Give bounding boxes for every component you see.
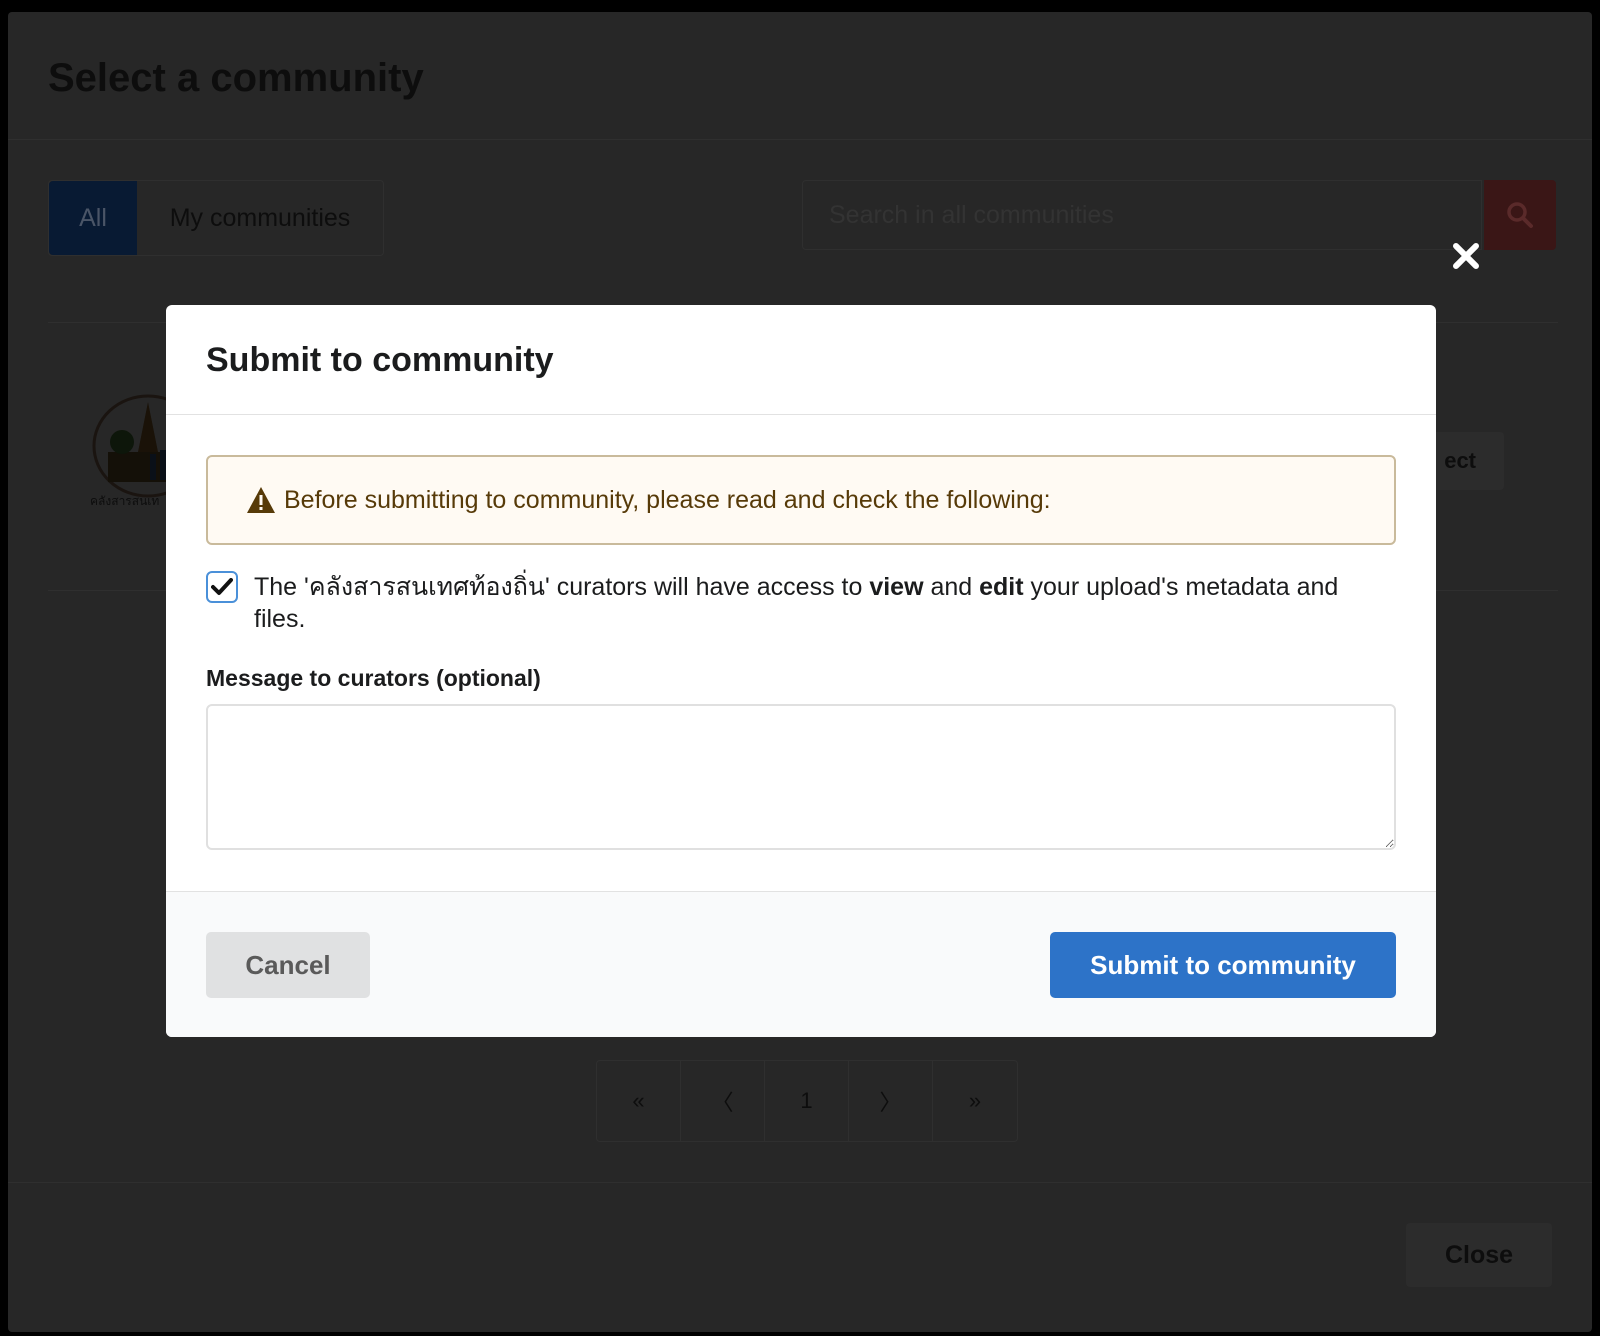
- message-to-curators-input[interactable]: [206, 704, 1396, 850]
- select-community-footer: Close: [8, 1182, 1592, 1332]
- community-filter-tabs: All My communities: [48, 180, 384, 256]
- warning-message: Before submitting to community, please r…: [206, 455, 1396, 545]
- submit-to-community-button[interactable]: Submit to community: [1050, 932, 1396, 998]
- pagination-page-1[interactable]: 1: [765, 1061, 849, 1141]
- pagination-next[interactable]: 〉: [849, 1061, 933, 1141]
- pagination: « 〈 1 〉 »: [596, 1060, 1018, 1142]
- modal-footer: Cancel Submit to community: [166, 891, 1436, 1037]
- select-community-header: Select a community: [8, 12, 1592, 140]
- tab-my-communities[interactable]: My communities: [137, 181, 383, 255]
- agreement-checkbox[interactable]: [206, 571, 238, 603]
- close-button[interactable]: Close: [1406, 1223, 1552, 1287]
- select-community-title: Select a community: [48, 56, 424, 100]
- close-icon: [1453, 243, 1479, 269]
- close-modal-button[interactable]: [1448, 238, 1484, 274]
- search-button[interactable]: [1484, 180, 1556, 250]
- tab-all[interactable]: All: [49, 181, 137, 255]
- modal-header: Submit to community: [166, 305, 1436, 415]
- modal-title: Submit to community: [206, 341, 554, 379]
- warning-text: Before submitting to community, please r…: [284, 485, 1051, 514]
- search-placeholder: Search in all communities: [829, 200, 1114, 229]
- agreement-edit: edit: [979, 573, 1024, 601]
- agreement-row: The 'คลังสารสนเทศท้องถิ่น' curators will…: [206, 571, 1396, 635]
- pagination-first[interactable]: «: [597, 1061, 681, 1141]
- checkmark-icon: [211, 578, 233, 595]
- community-logo-text: คลังสารสนเท: [90, 494, 160, 508]
- agreement-label: The 'คลังสารสนเทศท้องถิ่น' curators will…: [254, 571, 1396, 635]
- pagination-prev[interactable]: 〈: [681, 1061, 765, 1141]
- pagination-last[interactable]: »: [933, 1061, 1017, 1141]
- community-name: คลังสารสนเทศท้องถิ่น: [308, 573, 545, 601]
- modal-body: Before submitting to community, please r…: [166, 415, 1436, 895]
- message-label: Message to curators (optional): [206, 665, 541, 691]
- warning-triangle-icon: [247, 487, 275, 513]
- community-search-input[interactable]: Search in all communities: [802, 180, 1482, 250]
- submit-to-community-modal: Submit to community Before submitting to…: [166, 305, 1436, 1037]
- search-icon: [1507, 202, 1533, 228]
- agreement-view: view: [869, 573, 924, 601]
- agreement-middle-2: and: [923, 573, 980, 601]
- agreement-prefix: The ': [254, 573, 309, 601]
- agreement-middle-1: ' curators will have access to: [544, 573, 870, 601]
- cancel-button[interactable]: Cancel: [206, 932, 370, 998]
